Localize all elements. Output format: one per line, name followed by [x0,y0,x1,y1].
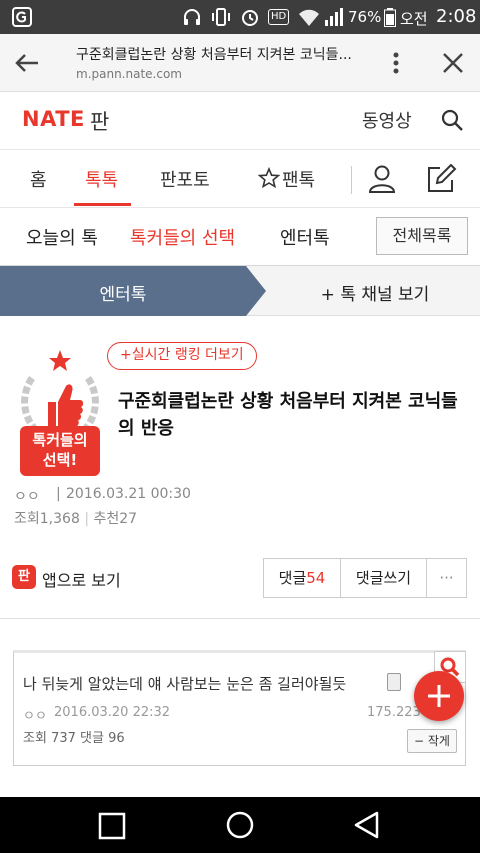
home-icon[interactable] [225,810,255,844]
views-count: 1,368 [39,511,80,527]
view-channels-link[interactable]: + 톡 채널 보기 [270,280,480,305]
article-stats: 조회1,368 | 추천27 [14,508,137,528]
pann-logo[interactable]: 판 [90,106,109,136]
star-icon [257,166,281,193]
main-nav: 홈 톡톡 판포토 팬톡 [0,150,480,208]
section-divider [0,618,480,619]
related-comments: 96 [108,731,125,746]
subtab-today[interactable]: 오늘의 톡 [26,224,98,250]
current-channel[interactable]: 엔터톡 [0,280,246,305]
pann-app-icon[interactable]: 판 [12,565,36,589]
subtab-entertalk[interactable]: 엔터톡 [280,224,330,250]
related-title[interactable]: 나 뒤늦게 알았는데 얘 사람보는 눈은 좀 길러야될듯 [23,673,346,694]
realtime-ranking-link[interactable]: +실시간 랭킹 더보기 [107,342,257,370]
battery-icon [384,8,396,31]
tab-toktok[interactable]: 톡톡 [85,166,118,192]
comments-label: 댓글 [278,569,307,587]
post-date: 2016.03.21 00:30 [66,486,191,502]
recommend-label: 추천 [93,511,120,527]
active-tab-indicator [74,203,131,206]
badge-line-1: 톡커들의 [32,431,88,449]
recent-apps-icon[interactable] [98,812,126,844]
page-url[interactable]: m.pann.nate.com [76,67,182,81]
tab-pannphoto[interactable]: 판포토 [160,166,210,192]
article-header: 톡커들의 선택! +실시간 랭킹 더보기 구준회클럽논란 상황 처음부터 지켜본… [0,316,480,606]
article-title: 구준회클럽논란 상황 처음부터 지켜본 코닉들의 반응 [118,391,458,439]
shrink-button[interactable]: − 작게 [407,729,457,753]
headset-icon [182,7,202,31]
related-comments-label: 댓글 [80,731,104,746]
tab-fantalk[interactable]: 팬톡 [282,166,315,192]
comments-count: 54 [306,569,326,587]
status-bar: HD 76% 오전 2:08 [0,0,480,34]
more-button[interactable]: ··· [427,559,466,597]
floating-add-button[interactable] [414,671,464,721]
channel-bar: 엔터톡 + 톡 채널 보기 [0,266,480,316]
tab-home[interactable]: 홈 [30,166,47,192]
nate-logo[interactable]: NATE [22,107,85,131]
app-notification-icon [12,7,32,27]
shrink-label: 작게 [427,734,450,748]
hd-voice-icon: HD [268,9,290,25]
related-post-card[interactable]: 나 뒤늦게 알았는데 얘 사람보는 눈은 좀 길러야될듯 ㅇㅇ 2016.03.… [13,650,466,766]
minus-icon: − [414,734,425,748]
comments-button[interactable]: 댓글54 [264,559,341,597]
sub-nav: 오늘의 톡 톡커들의 선택 엔터톡 전체목록 [0,208,480,266]
user-icon[interactable] [368,164,396,198]
page-title: 구준회클럽논란 상황 처음부터 지켜본 코닉들... [76,47,352,63]
video-link[interactable]: 동영상 [362,107,412,133]
talkers-choice-badge: 톡커들의 선택! [14,348,106,478]
android-nav-bar [0,797,480,853]
back-arrow-icon[interactable] [12,48,42,78]
close-icon[interactable] [438,48,468,78]
subtab-talkers-choice[interactable]: 톡커들의 선택 [130,224,235,250]
clock: 2:08 [436,6,477,27]
wifi-icon [298,7,320,31]
search-icon[interactable] [440,108,464,136]
related-views-label: 조회 [23,731,47,746]
plus-icon [428,685,450,707]
meta-divider: | [56,486,61,502]
talkers-choice-label: 톡커들의 선택! [20,426,100,476]
views-label: 조회 [14,511,40,527]
related-ip: 175.223 [367,705,421,720]
signal-icon [324,8,344,30]
write-comment-button[interactable]: 댓글쓰기 [341,559,427,597]
alarm-icon [240,7,260,31]
overflow-menu-icon[interactable] [386,48,406,78]
author-name: ㅇㅇ [14,489,40,505]
related-views: 737 [51,731,76,746]
related-stats: 조회 737 댓글 96 [23,727,125,746]
nav-divider [351,166,352,194]
image-attached-icon [387,673,401,691]
site-header: NATE 판 동영상 [0,92,480,150]
vibrate-icon [210,7,232,31]
browser-toolbar: 구준회클럽논란 상황 처음부터 지켜본 코닉들... m.pann.nate.c… [0,34,480,92]
related-date: 2016.03.20 22:32 [54,705,171,720]
badge-line-2: 선택! [42,451,78,469]
write-icon[interactable] [426,163,458,198]
all-list-button[interactable]: 전체목록 [376,217,468,255]
related-author: ㅇㅇ [23,709,47,724]
recommend-count: 27 [119,511,138,527]
battery-percent: 76% [348,8,382,26]
back-icon[interactable] [352,810,382,844]
open-in-app-link[interactable]: 앱으로 보기 [42,567,121,591]
comment-actions: 댓글54 댓글쓰기 ··· [263,558,467,598]
ampm-label: 오전 [400,10,428,28]
stats-divider: | [84,511,90,527]
